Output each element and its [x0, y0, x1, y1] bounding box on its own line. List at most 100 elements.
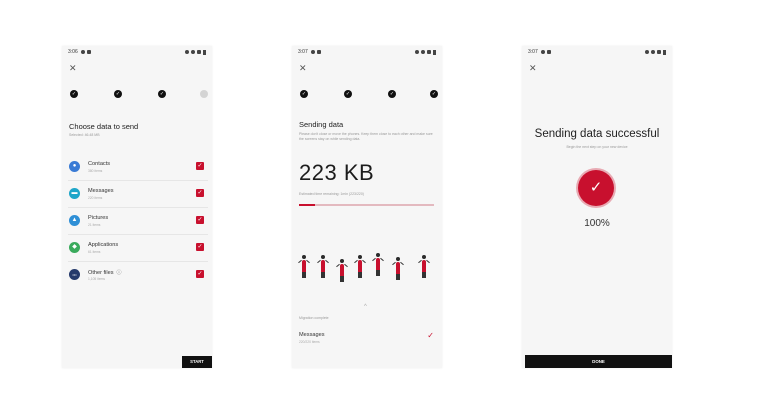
notification-icons	[310, 50, 321, 54]
list-item-other-files[interactable]: ••• Other files ⓘ 1,105 items ✓	[68, 264, 208, 288]
list-item-applications[interactable]: ◆ Applications 61 items ✓	[68, 237, 208, 262]
messages-icon: ▬	[69, 188, 80, 199]
page-title: Choose data to send	[69, 122, 139, 131]
checkbox-checked[interactable]: ✓	[196, 216, 204, 224]
battery-icon	[663, 49, 666, 55]
item-count: 1,105 items	[88, 277, 106, 281]
step-4-complete: ✓	[430, 90, 438, 98]
person-figure	[418, 255, 430, 278]
applications-icon: ◆	[69, 242, 80, 253]
close-icon[interactable]: ✕	[69, 64, 77, 73]
screenshot-canvas: 3:06 ✕ ✓ ✓ ✓ Choose data to send Selecte…	[0, 0, 780, 400]
item-count: 220 items	[88, 196, 103, 200]
checkbox-checked[interactable]: ✓	[196, 189, 204, 197]
step-3-complete: ✓	[388, 90, 396, 98]
item-label: Contacts	[88, 161, 111, 167]
section-label: Migration complete	[299, 316, 329, 320]
item-label: Other files ⓘ	[88, 269, 122, 276]
list-item-messages[interactable]: ▬ Messages 220 items ✓	[68, 183, 208, 208]
close-icon[interactable]: ✕	[529, 64, 537, 73]
person-figure	[317, 255, 329, 278]
done-button[interactable]: DONE	[525, 355, 672, 368]
bluetooth-icon	[415, 50, 419, 54]
list-item-contacts[interactable]: ● Contacts 380 items ✓	[68, 156, 208, 181]
battery-icon	[203, 49, 206, 55]
step-2-complete: ✓	[344, 90, 352, 98]
step-indicator: ✓ ✓ ✓ ✓	[300, 90, 438, 100]
status-bar: 3:07	[292, 46, 442, 58]
person-figure	[336, 259, 348, 282]
item-label: Pictures	[88, 215, 109, 221]
signal-icon	[657, 50, 661, 54]
list-item-pictures[interactable]: ▲ Pictures 21 items ✓	[68, 210, 208, 235]
checkbox-checked[interactable]: ✓	[196, 243, 204, 251]
start-button[interactable]: START	[182, 356, 212, 368]
phone-choose-data: 3:06 ✕ ✓ ✓ ✓ Choose data to send Selecte…	[62, 46, 212, 368]
checkbox-checked[interactable]: ✓	[196, 270, 204, 278]
checkbox-checked[interactable]: ✓	[196, 162, 204, 170]
success-check-icon: ✓	[578, 170, 614, 206]
step-1-complete: ✓	[70, 90, 78, 98]
phone-send-successful: 3:07 ✕ Sending data successful Begin the…	[522, 46, 672, 368]
wifi-icon	[191, 50, 195, 54]
step-indicator: ✓ ✓ ✓	[70, 90, 208, 100]
bluetooth-icon	[645, 50, 649, 54]
battery-icon	[433, 49, 436, 55]
bluetooth-icon	[185, 50, 189, 54]
notification-icon	[316, 50, 321, 54]
notification-icons	[80, 50, 91, 54]
status-bar: 3:06	[62, 46, 212, 58]
notification-icon	[546, 50, 551, 54]
transfer-progress-bar	[299, 204, 434, 206]
step-1-complete: ✓	[300, 90, 308, 98]
success-subtitle: Begin the next step on your new device	[566, 145, 628, 149]
notification-icon	[540, 50, 545, 54]
wifi-icon	[421, 50, 425, 54]
notification-icon	[80, 50, 85, 54]
completion-percent: 100%	[584, 218, 610, 229]
page-title: Sending data	[299, 120, 344, 129]
signal-icon	[197, 50, 201, 54]
item-label: Messages	[299, 332, 325, 338]
person-figure	[392, 257, 404, 280]
check-icon: ✓	[427, 331, 434, 340]
transferred-size: 223 KB	[299, 160, 375, 185]
item-count: 61 items	[88, 250, 101, 254]
instruction-text: Please don't close or move the phones. K…	[299, 132, 433, 141]
contacts-icon: ●	[69, 161, 80, 172]
system-icons	[415, 49, 436, 55]
item-label-text: Other files	[88, 270, 114, 276]
info-icon[interactable]: ⓘ	[117, 269, 122, 276]
item-label: Applications	[88, 242, 119, 248]
progress-fill	[299, 204, 316, 206]
status-time: 3:06	[68, 49, 78, 55]
item-count: 21 items	[88, 223, 101, 227]
status-time: 3:07	[298, 49, 308, 55]
signal-icon	[427, 50, 431, 54]
notification-icon	[310, 50, 315, 54]
close-icon[interactable]: ✕	[299, 64, 307, 73]
selected-size: Selected: 46.48 MB	[69, 133, 100, 137]
time-remaining: Estimated time remaining: 1min (223/220)	[299, 192, 364, 196]
item-count: 380 items	[88, 169, 103, 173]
item-count: 220/220 items	[299, 340, 320, 344]
status-bar: 3:07	[522, 46, 672, 58]
chevron-up-icon[interactable]: ^	[364, 304, 367, 310]
item-label: Messages	[88, 188, 114, 194]
success-title: Sending data successful	[534, 128, 660, 140]
wifi-icon	[651, 50, 655, 54]
notification-icon	[86, 50, 91, 54]
system-icons	[645, 49, 666, 55]
person-figure	[354, 255, 366, 278]
other-files-icon: •••	[69, 269, 80, 280]
step-2-complete: ✓	[114, 90, 122, 98]
phone-sending-data: 3:07 ✕ ✓ ✓ ✓ ✓ Sending data Please don't…	[292, 46, 442, 368]
system-icons	[185, 49, 206, 55]
pictures-icon: ▲	[69, 215, 80, 226]
person-figure	[372, 253, 384, 276]
notification-icons	[540, 50, 551, 54]
sending-illustration	[298, 216, 436, 296]
step-4-pending	[200, 90, 208, 98]
step-3-complete: ✓	[158, 90, 166, 98]
person-figure	[298, 255, 310, 278]
